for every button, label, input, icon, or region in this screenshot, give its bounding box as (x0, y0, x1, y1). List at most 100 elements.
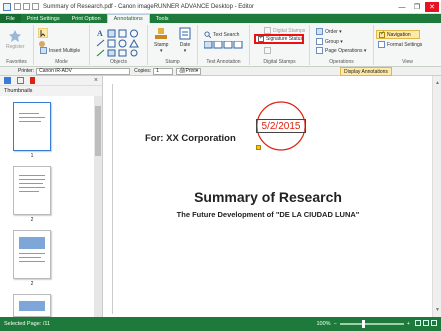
zoom-knob[interactable] (361, 320, 365, 328)
redo-icon[interactable] (32, 3, 39, 10)
bookmark-tab-icon[interactable] (30, 77, 35, 84)
thumbnail-scrollbar[interactable] (94, 96, 102, 317)
close-icon[interactable]: ✕ (425, 2, 439, 12)
group-mode: Insert Multiple Mode (34, 25, 90, 65)
insert-multiple-label: Insert Multiple (49, 47, 81, 54)
minimize-icon[interactable]: — (395, 2, 409, 12)
ribbon: Register Favorites Insert Multiple Mode … (0, 23, 441, 67)
zoom-out-icon[interactable]: − (334, 321, 337, 327)
thumbnails-tab-icon[interactable] (4, 77, 11, 84)
quick-access-toolbar (14, 3, 39, 10)
scroll-up-icon[interactable]: ▲ (435, 80, 440, 86)
copies-value: 1 (156, 68, 159, 74)
objects-group-label: Objects (110, 59, 127, 65)
view-group-label: View (402, 59, 413, 65)
insert-multiple-button[interactable]: Insert Multiple (40, 47, 80, 54)
chevron-down-icon: ▾ (183, 48, 187, 54)
stamp-date[interactable]: 5/2/2015 (256, 119, 306, 133)
format-settings-button[interactable]: Format Settings (378, 41, 422, 48)
group-icon (316, 38, 323, 45)
restore-icon[interactable]: ❐ (410, 2, 424, 12)
note-icon[interactable] (256, 145, 261, 150)
chevron-down-icon: ▾ (159, 48, 163, 54)
stamp-button[interactable]: Stamp ▾ (154, 27, 168, 54)
navigation-label: Navigation (387, 31, 411, 38)
zoom-slider[interactable] (339, 320, 404, 328)
thumbnail[interactable] (13, 166, 51, 215)
stamp-group-label: Stamp (165, 59, 180, 65)
window-controls: — ❐ ✕ (395, 2, 439, 12)
mode-group-label: Mode (55, 59, 68, 65)
zoom-in-icon[interactable]: + (407, 321, 410, 327)
copies-label: Copies: (134, 68, 152, 74)
tab-tools[interactable]: Tools (150, 14, 175, 23)
group-objects: A Objects (90, 25, 148, 65)
document-scrollbar[interactable]: ▲ ▼ (432, 76, 441, 317)
print-label: Print (185, 68, 196, 74)
display-annotations-button[interactable]: Display Annotations (340, 67, 392, 76)
close-icon[interactable]: × (94, 77, 98, 84)
thumbnail[interactable] (13, 230, 51, 279)
group-button[interactable]: Group ▾ (316, 38, 343, 45)
tab-print-settings[interactable]: Print Settings (21, 14, 66, 23)
fit-width-icon[interactable] (423, 320, 429, 326)
page-operations-label: Page Operations (325, 47, 363, 54)
order-icon (316, 28, 323, 35)
printer-value: Canon iR-ADV (39, 68, 72, 74)
digital-stamp-icon (264, 27, 271, 34)
order-label: Order (325, 28, 338, 35)
save-icon[interactable] (14, 3, 21, 10)
order-button[interactable]: Order ▾ (316, 28, 342, 35)
format-settings-icon (378, 41, 385, 48)
group-label: Group (325, 38, 339, 45)
navigation-button[interactable]: Navigation (376, 30, 420, 39)
zoom-value: 100% (316, 321, 331, 327)
scroll-down-icon[interactable]: ▼ (435, 307, 440, 313)
thumbnail-label: 2 (30, 217, 34, 223)
zoom-controls: 100% − + (316, 320, 437, 328)
insert-multiple-icon (40, 47, 47, 54)
document-subtitle: The Future Development of "DE LA CIUDAD … (176, 210, 360, 219)
pane-icons (0, 76, 102, 86)
navigation-check-icon (379, 30, 385, 38)
text-annotation-tools[interactable] (204, 41, 246, 49)
copies-stepper[interactable]: 1 (153, 67, 174, 75)
status-bar: Selected Page: /11 100% − + (0, 317, 441, 331)
digital-stamps-extra (264, 47, 273, 54)
navigation-pane: × Thumbnails 1 2 2 (0, 76, 103, 317)
ribbon-tabs: File Print Settings Print Option Annotat… (0, 14, 441, 23)
thumbnail-list: 1 2 2 (0, 96, 94, 317)
text-search-button[interactable]: Text Search (204, 31, 239, 38)
tab-annotations[interactable]: Annotations (106, 14, 150, 23)
fit-page-icon[interactable] (431, 320, 437, 326)
text-search-label: Text Search (213, 31, 240, 38)
object-shapes-palette[interactable]: A (96, 28, 144, 58)
digital-stamps-group-label: Digital Stamps (263, 59, 296, 65)
register-button[interactable]: Register (6, 29, 25, 50)
thumbnail[interactable] (13, 102, 51, 151)
printer-select[interactable]: Canon iR-ADV (36, 67, 131, 75)
thumbnail[interactable] (13, 294, 51, 317)
for-text: For: XX Corporation (145, 133, 236, 144)
comments-tab-icon[interactable] (17, 77, 24, 84)
page-operations-button[interactable]: Page Operations ▾ (316, 47, 366, 54)
digital-stamps-label: Digital Stamps (273, 27, 306, 34)
format-settings-label: Format Settings (387, 41, 423, 48)
display-annotations-label: Display Annotations (344, 68, 388, 75)
page-operations-icon (316, 47, 323, 54)
selected-page: Selected Page: /11 (4, 321, 51, 327)
single-page-icon[interactable] (415, 320, 421, 326)
signature-status-button[interactable]: Signature Status (254, 34, 304, 44)
pointer-mode-icon[interactable] (38, 28, 48, 38)
tab-file[interactable]: File (0, 14, 21, 23)
thumbnail-label: 1 (30, 153, 34, 159)
print-toolbar: Printer: Canon iR-ADV Copies: 1 🖨 Print … (0, 67, 441, 76)
digital-stamps-button[interactable]: Digital Stamps (264, 27, 305, 34)
document-title: Summary of Research (194, 189, 342, 205)
scrollbar-thumb[interactable] (95, 106, 101, 156)
print-button[interactable]: 🖨 Print ▾ (176, 67, 202, 75)
tab-print-option[interactable]: Print Option (66, 14, 107, 23)
group-operations: Order ▾ Group ▾ Page Operations ▾ Operat… (310, 25, 374, 65)
undo-icon[interactable] (23, 3, 30, 10)
date-button[interactable]: Date ▾ (178, 27, 192, 54)
